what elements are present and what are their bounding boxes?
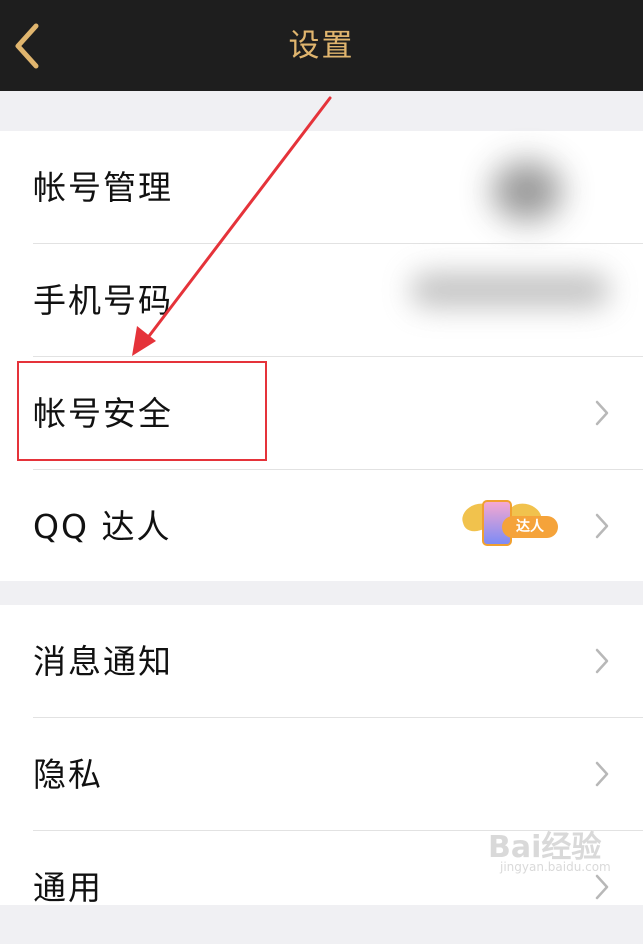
account-settings-group: 帐号管理 手机号码 帐号安全 QQ 达人 达人 <box>0 131 643 581</box>
highlight-box <box>17 361 267 461</box>
chevron-right-icon <box>595 761 609 787</box>
settings-item-qq-expert[interactable]: QQ 达人 达人 <box>0 470 643 583</box>
chevron-right-icon <box>595 400 609 426</box>
settings-item-label: QQ 达人 <box>33 507 172 546</box>
chevron-right-icon <box>595 513 609 539</box>
watermark-url: jingyan.baidu.com <box>500 860 611 874</box>
settings-item-label: 消息通知 <box>33 642 173 681</box>
settings-item-account-management[interactable]: 帐号管理 <box>0 131 643 244</box>
blurred-phone-number <box>410 272 610 308</box>
blurred-avatar <box>492 161 562 221</box>
settings-item-notifications[interactable]: 消息通知 <box>0 605 643 718</box>
expert-badge-label: 达人 <box>502 516 558 538</box>
page-title: 设置 <box>288 28 355 64</box>
qq-expert-badge-icon: 达人 <box>458 496 562 558</box>
watermark: Bai经验 jingyan.baidu.com <box>478 818 628 878</box>
settings-item-phone-number[interactable]: 手机号码 <box>0 244 643 357</box>
navigation-bar: 设置 <box>0 0 643 91</box>
settings-item-label: 通用 <box>33 868 103 907</box>
chevron-right-icon <box>595 648 609 674</box>
settings-item-label: 手机号码 <box>33 281 173 320</box>
settings-item-label: 隐私 <box>33 755 103 794</box>
settings-item-privacy[interactable]: 隐私 <box>0 718 643 831</box>
settings-item-label: 帐号管理 <box>33 168 173 207</box>
